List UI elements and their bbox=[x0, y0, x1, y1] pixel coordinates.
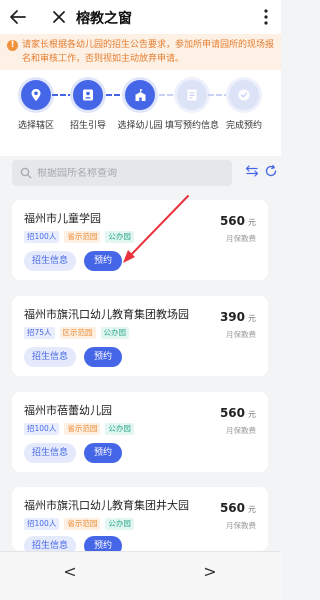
warning-icon: ! bbox=[7, 40, 18, 51]
level-tag: 区示范园 bbox=[59, 327, 96, 339]
tag-list: 招75人 区示范园 公办园 bbox=[24, 327, 130, 339]
tag-list: 招100人 省示范园 公办园 bbox=[24, 231, 134, 243]
notice-text: 请家长根据各幼儿园的招生公告要求，参加所申请园所的现场报名和审核工作，否则视如主… bbox=[22, 40, 275, 64]
step-label: 完成预约 bbox=[225, 121, 262, 131]
kindergarten-name: 福州市旗汛口幼儿教育集团教场园 bbox=[24, 308, 189, 321]
fee-unit: 元 bbox=[248, 410, 256, 419]
level-tag: 省示范园 bbox=[64, 231, 101, 243]
type-tag: 公办园 bbox=[105, 518, 134, 530]
monthly-fee: 560 元 月保教费 bbox=[220, 402, 256, 436]
step-enrollment-guide: 招生引导 bbox=[58, 80, 118, 132]
check-circle-icon bbox=[229, 80, 259, 110]
nav-back-button[interactable]: < bbox=[60, 562, 80, 582]
search-input[interactable] bbox=[37, 167, 217, 179]
enrollment-info-button[interactable]: 招生信息 bbox=[24, 251, 76, 271]
step-fill-booking-info: 填写预约信息 bbox=[162, 80, 222, 132]
fee-label: 月保教费 bbox=[226, 426, 256, 435]
fee-unit: 元 bbox=[248, 314, 256, 323]
kindergarten-card: 福州市旗汛口幼儿教育集团教场园 招75人 区示范园 公办园 390 元 月保教费 … bbox=[12, 296, 268, 376]
type-tag: 公办园 bbox=[105, 423, 134, 435]
level-tag: 省示范园 bbox=[64, 423, 101, 435]
step-select-kindergarten: 选择幼儿园 bbox=[110, 80, 170, 132]
enrollment-info-button[interactable]: 招生信息 bbox=[24, 443, 76, 463]
monthly-fee: 390 元 月保教费 bbox=[220, 306, 256, 340]
step-label: 招生引导 bbox=[69, 121, 106, 131]
step-label: 选择辖区 bbox=[17, 121, 54, 131]
fee-amount: 560 bbox=[219, 501, 245, 515]
progress-steps: 选择辖区 招生引导 选择幼儿园 填写预约信息 完成预约 bbox=[0, 70, 281, 156]
quota-tag: 招100人 bbox=[24, 423, 60, 435]
tag-list: 招100人 省示范园 公办园 bbox=[24, 518, 134, 530]
type-tag: 公办园 bbox=[105, 231, 134, 243]
monthly-fee: 560 元 月保教费 bbox=[220, 210, 256, 244]
search-area bbox=[0, 156, 281, 192]
fee-amount: 390 bbox=[219, 310, 245, 324]
level-tag: 省示范园 bbox=[64, 518, 101, 530]
step-complete-booking: 完成预约 bbox=[214, 80, 274, 132]
top-bar: 榕教之窗 bbox=[0, 0, 281, 34]
page-title: 榕教之窗 bbox=[76, 11, 132, 27]
book-button[interactable]: 预约 bbox=[84, 251, 122, 271]
nav-forward-button[interactable]: > bbox=[200, 562, 220, 582]
close-icon[interactable] bbox=[50, 8, 68, 26]
monthly-fee: 560 元 月保教费 bbox=[220, 497, 256, 531]
enrollment-info-button[interactable]: 招生信息 bbox=[24, 347, 76, 367]
search-icon bbox=[20, 167, 32, 179]
kindergarten-name: 福州市儿童学园 bbox=[24, 212, 101, 225]
school-building-icon bbox=[125, 80, 155, 110]
more-vertical-icon[interactable] bbox=[261, 8, 271, 26]
step-label: 填写预约信息 bbox=[164, 121, 219, 131]
fee-label: 月保教费 bbox=[226, 330, 256, 339]
map-pin-icon bbox=[21, 80, 51, 110]
book-button[interactable]: 预约 bbox=[84, 347, 122, 367]
sort-icon[interactable] bbox=[245, 164, 259, 178]
type-tag: 公办园 bbox=[100, 327, 130, 339]
fee-amount: 560 bbox=[219, 406, 245, 420]
fee-label: 月保教费 bbox=[226, 521, 256, 530]
fee-unit: 元 bbox=[248, 505, 256, 514]
step-select-district: 选择辖区 bbox=[6, 80, 66, 132]
tag-list: 招100人 省示范园 公办园 bbox=[24, 423, 134, 435]
fee-label: 月保教费 bbox=[226, 234, 256, 243]
quota-tag: 招75人 bbox=[24, 327, 55, 339]
kindergarten-name: 福州市蓓蕾幼儿园 bbox=[24, 404, 112, 417]
fee-unit: 元 bbox=[248, 218, 256, 227]
quota-tag: 招100人 bbox=[24, 231, 60, 243]
kindergarten-card: 福州市儿童学园 招100人 省示范园 公办园 560 元 月保教费 招生信息 预约 bbox=[12, 200, 268, 280]
notice-banner: ! 请家长根据各幼儿园的招生公告要求，参加所申请园所的现场报名和审核工作，否则视… bbox=[0, 34, 281, 70]
kindergarten-card: 福州市旗汛口幼儿教育集团井大园 招100人 省示范园 公办园 560 元 月保教费… bbox=[12, 487, 268, 556]
fee-amount: 560 bbox=[219, 214, 245, 228]
book-button[interactable]: 预约 bbox=[84, 443, 122, 463]
person-card-icon bbox=[73, 80, 103, 110]
bottom-navigation: < > bbox=[0, 551, 281, 600]
search-box[interactable] bbox=[12, 160, 232, 186]
quota-tag: 招100人 bbox=[24, 518, 60, 530]
back-arrow-icon[interactable] bbox=[8, 7, 28, 27]
refresh-icon[interactable] bbox=[264, 164, 278, 178]
kindergarten-name: 福州市旗汛口幼儿教育集团井大园 bbox=[24, 499, 189, 512]
form-document-icon bbox=[177, 80, 207, 110]
kindergarten-card: 福州市蓓蕾幼儿园 招100人 省示范园 公办园 560 元 月保教费 招生信息 预… bbox=[12, 392, 268, 472]
step-label: 选择幼儿园 bbox=[117, 121, 163, 131]
